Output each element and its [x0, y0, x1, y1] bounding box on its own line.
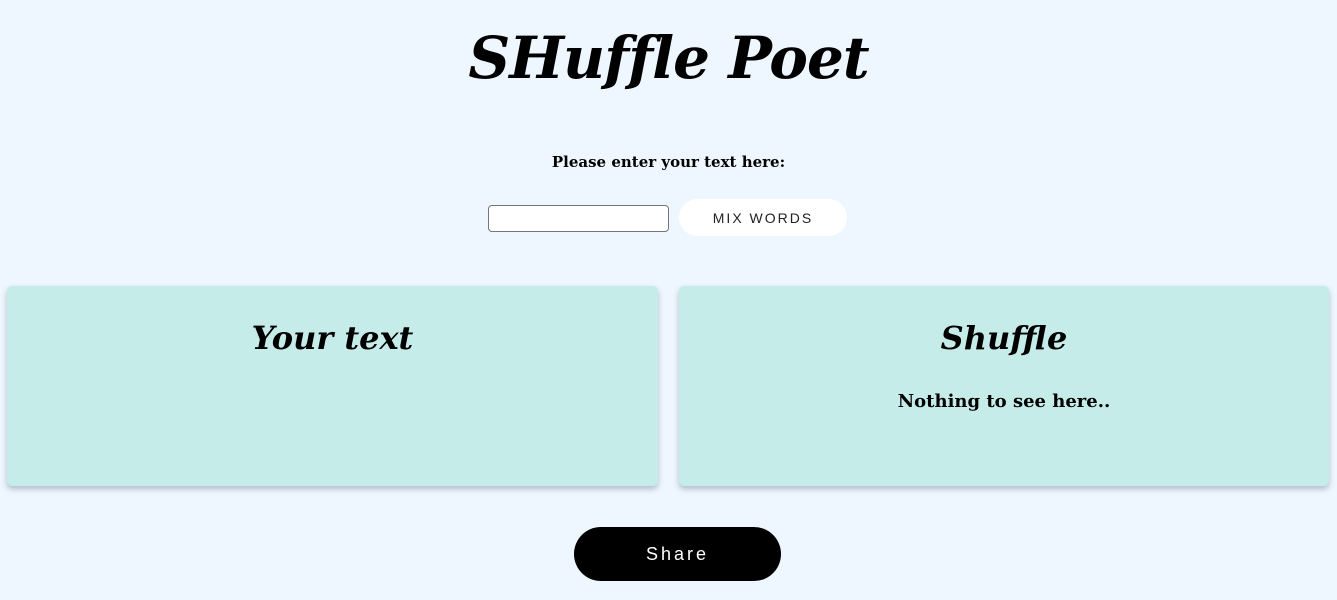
shuffle-panel-title: Shuffle [940, 319, 1068, 357]
your-text-panel: Your text [7, 286, 658, 486]
shuffle-panel: Shuffle Nothing to see here.. [679, 286, 1329, 486]
share-button[interactable]: Share [574, 527, 781, 581]
shuffle-result-text: Nothing to see here.. [897, 391, 1111, 412]
mix-words-button[interactable]: MIX WORDS [679, 199, 847, 236]
your-text-panel-title: Your text [251, 319, 414, 357]
input-prompt-label: Please enter your text here: [551, 153, 786, 171]
page-title: SHuffle Poet [468, 24, 869, 92]
text-input[interactable] [488, 205, 669, 232]
